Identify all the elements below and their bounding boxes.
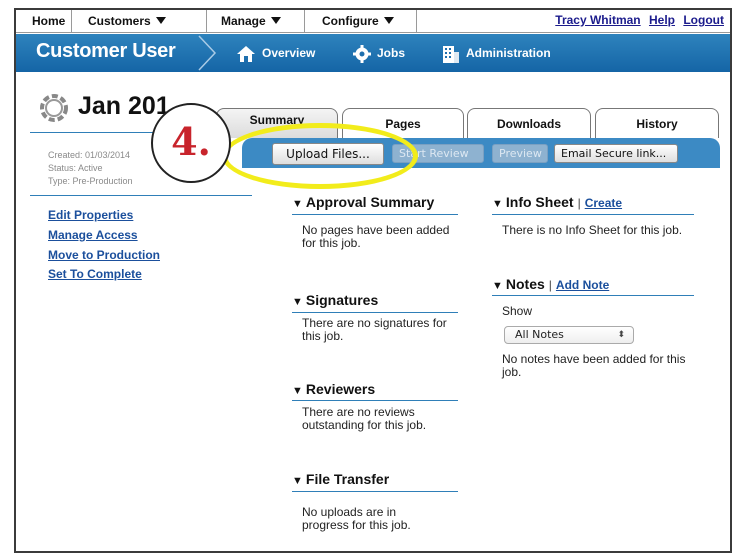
select-arrows-icon: ⬍ bbox=[617, 330, 625, 340]
tab-downloads[interactable]: Downloads bbox=[467, 108, 591, 138]
file-transfer-title: File Transfer bbox=[305, 471, 390, 487]
job-gear-icon bbox=[40, 94, 68, 122]
nav-jobs[interactable]: Jobs bbox=[353, 34, 405, 72]
menu-home-label: Home bbox=[32, 14, 66, 28]
notes-title: Notes bbox=[505, 276, 545, 292]
signatures-text: There are no signatures for this job. bbox=[302, 316, 447, 343]
approval-summary-title: Approval Summary bbox=[305, 194, 435, 210]
menu-configure-label: Configure bbox=[322, 14, 379, 28]
job-title: Jan 201 bbox=[78, 92, 170, 120]
notes-text: No notes have been added for this job. bbox=[502, 352, 686, 379]
notes-show-label: Show bbox=[502, 304, 533, 318]
divider bbox=[292, 312, 458, 313]
menu-manage[interactable]: Manage bbox=[207, 10, 305, 33]
collapse-triangle-icon: ▼ bbox=[292, 198, 303, 210]
dropdown-triangle-icon bbox=[270, 17, 281, 24]
collapse-triangle-icon: ▼ bbox=[292, 385, 303, 397]
collapse-triangle-icon: ▼ bbox=[492, 198, 503, 210]
building-icon bbox=[443, 45, 459, 63]
home-icon bbox=[237, 45, 255, 62]
menu-configure[interactable]: Configure bbox=[305, 10, 417, 33]
file-transfer-text: No uploads are in progress for this job. bbox=[302, 505, 411, 532]
step-number-badge: 4. bbox=[151, 103, 231, 183]
signatures-header[interactable]: ▼ Signatures bbox=[292, 292, 378, 308]
divider bbox=[292, 400, 458, 401]
file-transfer-header[interactable]: ▼ File Transfer bbox=[292, 471, 389, 487]
nav-administration-label: Administration bbox=[466, 46, 551, 60]
tab-history[interactable]: History bbox=[595, 108, 719, 138]
divider bbox=[492, 214, 694, 215]
user-name-link[interactable]: Tracy Whitman bbox=[555, 13, 640, 27]
highlight-ellipse bbox=[222, 123, 418, 189]
collapse-triangle-icon: ▼ bbox=[292, 296, 303, 308]
preview-button[interactable]: Preview bbox=[492, 144, 548, 163]
app-title: Customer User bbox=[36, 40, 176, 62]
email-secure-link-button[interactable]: Email Secure link... bbox=[554, 144, 678, 163]
nav-overview-label: Overview bbox=[262, 46, 316, 60]
job-status: Status: Active bbox=[48, 163, 103, 173]
divider bbox=[30, 195, 252, 196]
menu-customers-label: Customers bbox=[88, 14, 151, 28]
notes-header[interactable]: ▼ Notes | Add Note bbox=[492, 276, 609, 292]
separator: | bbox=[577, 196, 581, 210]
help-link[interactable]: Help bbox=[649, 13, 675, 27]
collapse-triangle-icon: ▼ bbox=[492, 280, 503, 292]
add-note-link[interactable]: Add Note bbox=[556, 278, 609, 292]
approval-summary-text: No pages have been added for this job. bbox=[302, 223, 450, 250]
reviewers-text: There are no reviews outstanding for thi… bbox=[302, 405, 427, 432]
info-sheet-header[interactable]: ▼ Info Sheet | Create bbox=[492, 194, 622, 210]
notes-filter-value: All Notes bbox=[515, 328, 564, 341]
user-links: Tracy Whitman Help Logout bbox=[550, 10, 724, 33]
nav-jobs-label: Jobs bbox=[377, 46, 406, 60]
reviewers-title: Reviewers bbox=[305, 381, 376, 397]
nav-administration[interactable]: Administration bbox=[442, 34, 551, 72]
edit-properties-link[interactable]: Edit Properties bbox=[48, 208, 133, 222]
job-type: Type: Pre-Production bbox=[48, 176, 133, 186]
divider bbox=[492, 295, 694, 296]
menu-home[interactable]: Home bbox=[16, 10, 72, 33]
separator: | bbox=[548, 278, 552, 292]
notes-filter-select[interactable]: All Notes ⬍ bbox=[504, 326, 634, 344]
gear-icon bbox=[353, 44, 371, 63]
move-to-production-link[interactable]: Move to Production bbox=[48, 248, 160, 262]
divider bbox=[292, 491, 458, 492]
app-window: Home Customers Manage Configure Tracy Wh… bbox=[14, 8, 732, 553]
signatures-title: Signatures bbox=[305, 292, 379, 308]
info-sheet-title: Info Sheet bbox=[505, 194, 574, 210]
app-header-bar: Customer User Overview Jobs Administrati… bbox=[16, 34, 730, 72]
info-sheet-text: There is no Info Sheet for this job. bbox=[502, 223, 683, 237]
approval-summary-header[interactable]: ▼ Approval Summary bbox=[292, 194, 434, 210]
menu-customers[interactable]: Customers bbox=[72, 10, 207, 33]
set-to-complete-link[interactable]: Set To Complete bbox=[48, 267, 142, 281]
create-info-sheet-link[interactable]: Create bbox=[585, 196, 622, 210]
reviewers-header[interactable]: ▼ Reviewers bbox=[292, 381, 375, 397]
dropdown-triangle-icon bbox=[155, 17, 166, 24]
divider bbox=[292, 214, 458, 215]
collapse-triangle-icon: ▼ bbox=[292, 475, 303, 487]
nav-overview[interactable]: Overview bbox=[236, 34, 315, 72]
top-menu-bar: Home Customers Manage Configure Tracy Wh… bbox=[16, 10, 730, 33]
logout-link[interactable]: Logout bbox=[683, 13, 724, 27]
dropdown-triangle-icon bbox=[383, 17, 394, 24]
breadcrumb-chevron-icon bbox=[198, 35, 217, 71]
manage-access-link[interactable]: Manage Access bbox=[48, 228, 138, 242]
job-created: Created: 01/03/2014 bbox=[48, 150, 131, 160]
menu-manage-label: Manage bbox=[221, 14, 266, 28]
